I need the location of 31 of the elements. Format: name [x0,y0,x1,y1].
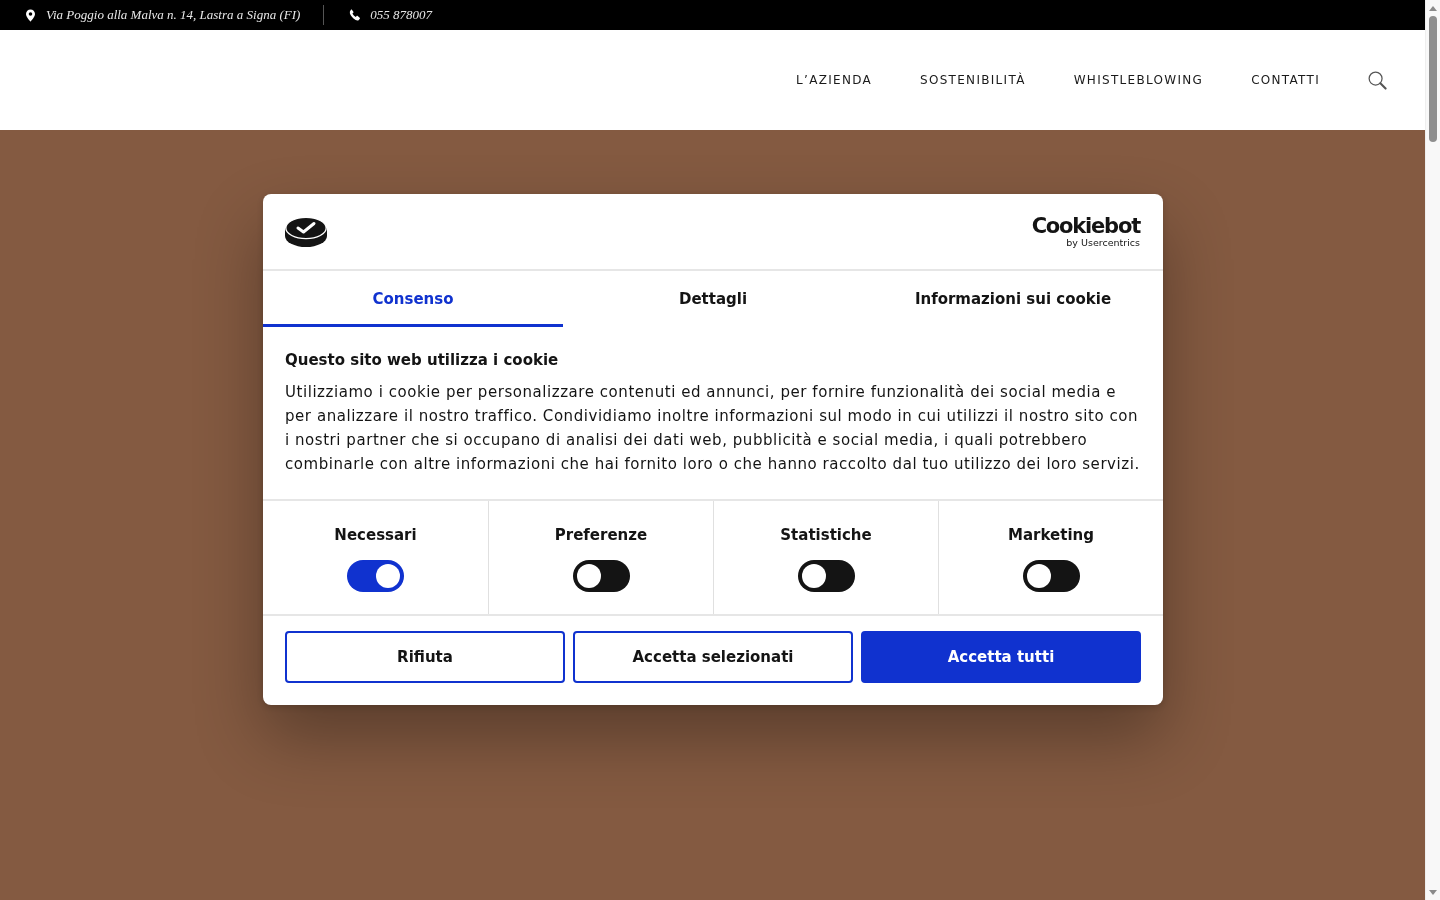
nav-link[interactable]: SOSTENIBILITÀ [920,69,1026,91]
category-label: Marketing [1008,525,1094,546]
dialog-description: Utilizziamo i cookie per personalizzare contenuti ed annunci, per fornire funzionalità dei social media e per analizzare il nostro traffico. Condividiamo inoltre informazioni sul modo in cui utilizzi il nostro sito con i nostri partner che si occupano di analisi dei dati web, pubblicità e social media, i quali potrebbero combinarle con altre informazioni che hai fornito loro o che hanno raccolto dal tuo utilizzo dei loro servizi. [285,382,1141,475]
accept-all-button[interactable]: Accetta tutti [861,631,1141,683]
tab[interactable]: Consenso [263,271,563,327]
scrollbar[interactable] [1425,0,1440,900]
nav-link[interactable]: CONTATTI [1251,69,1320,91]
toggle-switch[interactable] [797,560,855,592]
toggle-switch[interactable] [1022,560,1080,592]
dialog-title: Questo sito web utilizza i cookie [285,350,560,371]
category-label: Preferenze [554,525,648,546]
address-text: Via Poggio alla Malva n. 14, Lastra a Signa (FI) [46,7,301,23]
scroll-down-arrow-icon[interactable] [1429,890,1437,895]
toggle-switch[interactable] [572,560,630,592]
scroll-up-arrow-icon[interactable] [1429,6,1437,11]
category-label: Statistiche [780,525,872,546]
phone-number: 055 878007 [370,7,433,23]
brand-tagline: by Usercentrics [1066,237,1140,248]
brand-logo-text: Cookiebot [1031,215,1140,237]
phone-icon [349,9,362,21]
consent-button[interactable]: Accetta selezionati [573,631,853,683]
tab[interactable]: Informazioni sui cookie [863,271,1163,327]
nav-link[interactable]: L’AZIENDA [796,69,873,91]
checkmark-disc-logo-icon [285,215,327,248]
consent-button[interactable]: Rifiuta [285,631,565,683]
nav-link[interactable]: WHISTLEBLOWING [1073,69,1204,91]
scrollbar-thumb[interactable] [1429,16,1437,142]
search-icon[interactable] [1368,70,1387,90]
location-pin-icon [26,8,35,22]
toggle-switch[interactable] [347,560,404,592]
category-label: Necessari [334,525,417,546]
